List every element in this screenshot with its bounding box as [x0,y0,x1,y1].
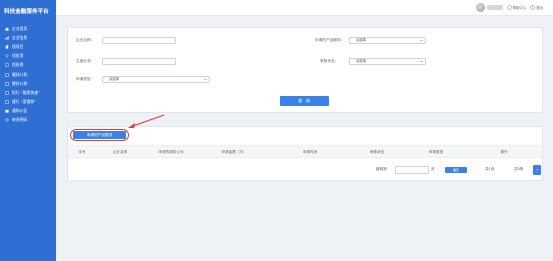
sidebar-item-notices[interactable]: 通知公告 [0,107,56,116]
review-status-label: 审核状态: [320,59,336,63]
sidebar-item-label: 找项目 [12,43,24,49]
bell-icon [5,109,9,113]
subject-label: 主营业务: [76,59,92,63]
sidebar-item-change-password[interactable]: 修改密码 [0,116,56,125]
grid-icon [5,81,9,86]
company-name-label: 企业名称: [76,38,92,42]
sidebar-item-home[interactable]: 企业首页 [0,24,56,33]
sidebar-item-label: 找投资 [12,53,24,59]
gear-icon [5,118,9,123]
apply-type-select[interactable]: 请选择 [102,76,210,83]
column-header: 申请的服务公司 [158,150,184,154]
logout-icon [530,5,535,10]
column-header: 企业名称 [112,150,128,154]
company-name-input[interactable] [102,37,176,44]
sidebar-item-label: 企业信息 [12,34,28,40]
brand-title: 科技金融服务平台 [4,9,49,15]
column-header: 申请时间 [302,150,318,154]
column-header: 操作 [500,150,508,154]
review-select-value: 请选择 [356,59,366,63]
wifi-icon [5,54,9,58]
top-header: 帮助中心 退出 [56,0,553,16]
product-select[interactable]: 请选择 [349,37,426,44]
sidebar-item-label: 修改密码 [12,117,28,123]
page-unit-label: 页 [431,167,435,171]
sidebar: 科技金融服务平台 企业首页 企业信息 找项目 找投资 找担保 耀邦计划 瞪羚计划 [0,0,56,261]
column-header: 序号 [78,150,86,154]
sidebar-item-label: 企业首页 [12,25,28,31]
product-select-value: 请选择 [356,38,366,42]
sidebar-item-label: 建行 “惠懂你” [12,99,37,105]
total-pages: 共1页 [485,167,495,171]
help-icon [506,5,512,10]
chevron-down-icon [420,60,423,63]
goto-confirm-button[interactable]: 确定 [445,167,467,173]
goto-label: 跳转到 [376,167,387,171]
avatar[interactable] [475,3,485,12]
sidebar-item-plan-2[interactable]: 瞪羚计划 [0,79,56,88]
home-icon [5,26,9,31]
next-page-button[interactable]: › [533,165,541,175]
page-number-input[interactable] [395,166,429,174]
grid-icon [5,72,9,77]
doc-icon [5,63,9,68]
sidebar-item-label: 找担保 [12,62,24,68]
subject-input[interactable] [102,58,176,65]
search-form: 企业名称: 申请的产品服务: 请选择 主营业务: 审核状态: 请选择 申请类型:… [67,27,543,113]
sidebar-item-label: 通知公告 [12,108,28,114]
building-icon [5,45,9,49]
table-header: 序号 企业名称 申请的服务公司 申请金额（万） 申请时间 审核状态 申请类型 操… [68,145,542,158]
sidebar-item-label: 耀邦计划 [12,71,28,77]
query-button[interactable]: 查 询 [280,96,329,106]
grid-icon [5,91,9,95]
review-status-select[interactable]: 请选择 [349,58,426,65]
sidebar-item-find-guarantee[interactable]: 找担保 [0,61,56,70]
grid-icon [5,100,9,104]
column-header: 申请类型 [428,150,444,154]
sidebar-item-company-info[interactable]: 企业信息 [0,33,56,42]
total-records: 共0条 [514,167,524,171]
apply-type-select-value: 请选择 [109,77,119,81]
logout-link[interactable]: 退出 [536,5,543,10]
product-label: 申请的产品服务: [315,38,343,42]
chevron-down-icon [420,39,423,42]
apply-type-label: 申请类型: [76,77,92,81]
sidebar-item-find-project[interactable]: 找项目 [0,42,56,51]
help-center-link[interactable]: 帮助中心 [513,5,527,10]
user-area: 帮助中心 退出 [475,3,543,12]
results-panel: 申请的产品服务 序号 企业名称 申请的服务公司 申请金额（万） 申请时间 审核状… [67,126,543,181]
sidebar-item-find-investment[interactable]: 找投资 [0,52,56,61]
sidebar-item-plan-1[interactable]: 耀邦计划 [0,70,56,79]
sidebar-menu: 企业首页 企业信息 找项目 找投资 找担保 耀邦计划 瞪羚计划 担行 “融资快速… [0,24,56,125]
sidebar-item-label: 瞪羚计划 [12,80,28,86]
chart-icon [5,36,9,40]
sidebar-item-label: 担行 “融资快速” [12,89,40,95]
sidebar-item-bank-2[interactable]: 建行 “惠懂你” [0,98,56,107]
sidebar-item-bank-1[interactable]: 担行 “融资快速” [0,88,56,97]
pagination: 跳转到 页 确定 共1页 共0条 › [68,164,542,176]
annotation-highlight-ring [70,129,129,141]
chevron-down-icon [204,78,207,81]
username-redacted [486,5,503,10]
column-header: 申请金额（万） [221,150,247,154]
column-header: 审核状态 [369,150,385,154]
